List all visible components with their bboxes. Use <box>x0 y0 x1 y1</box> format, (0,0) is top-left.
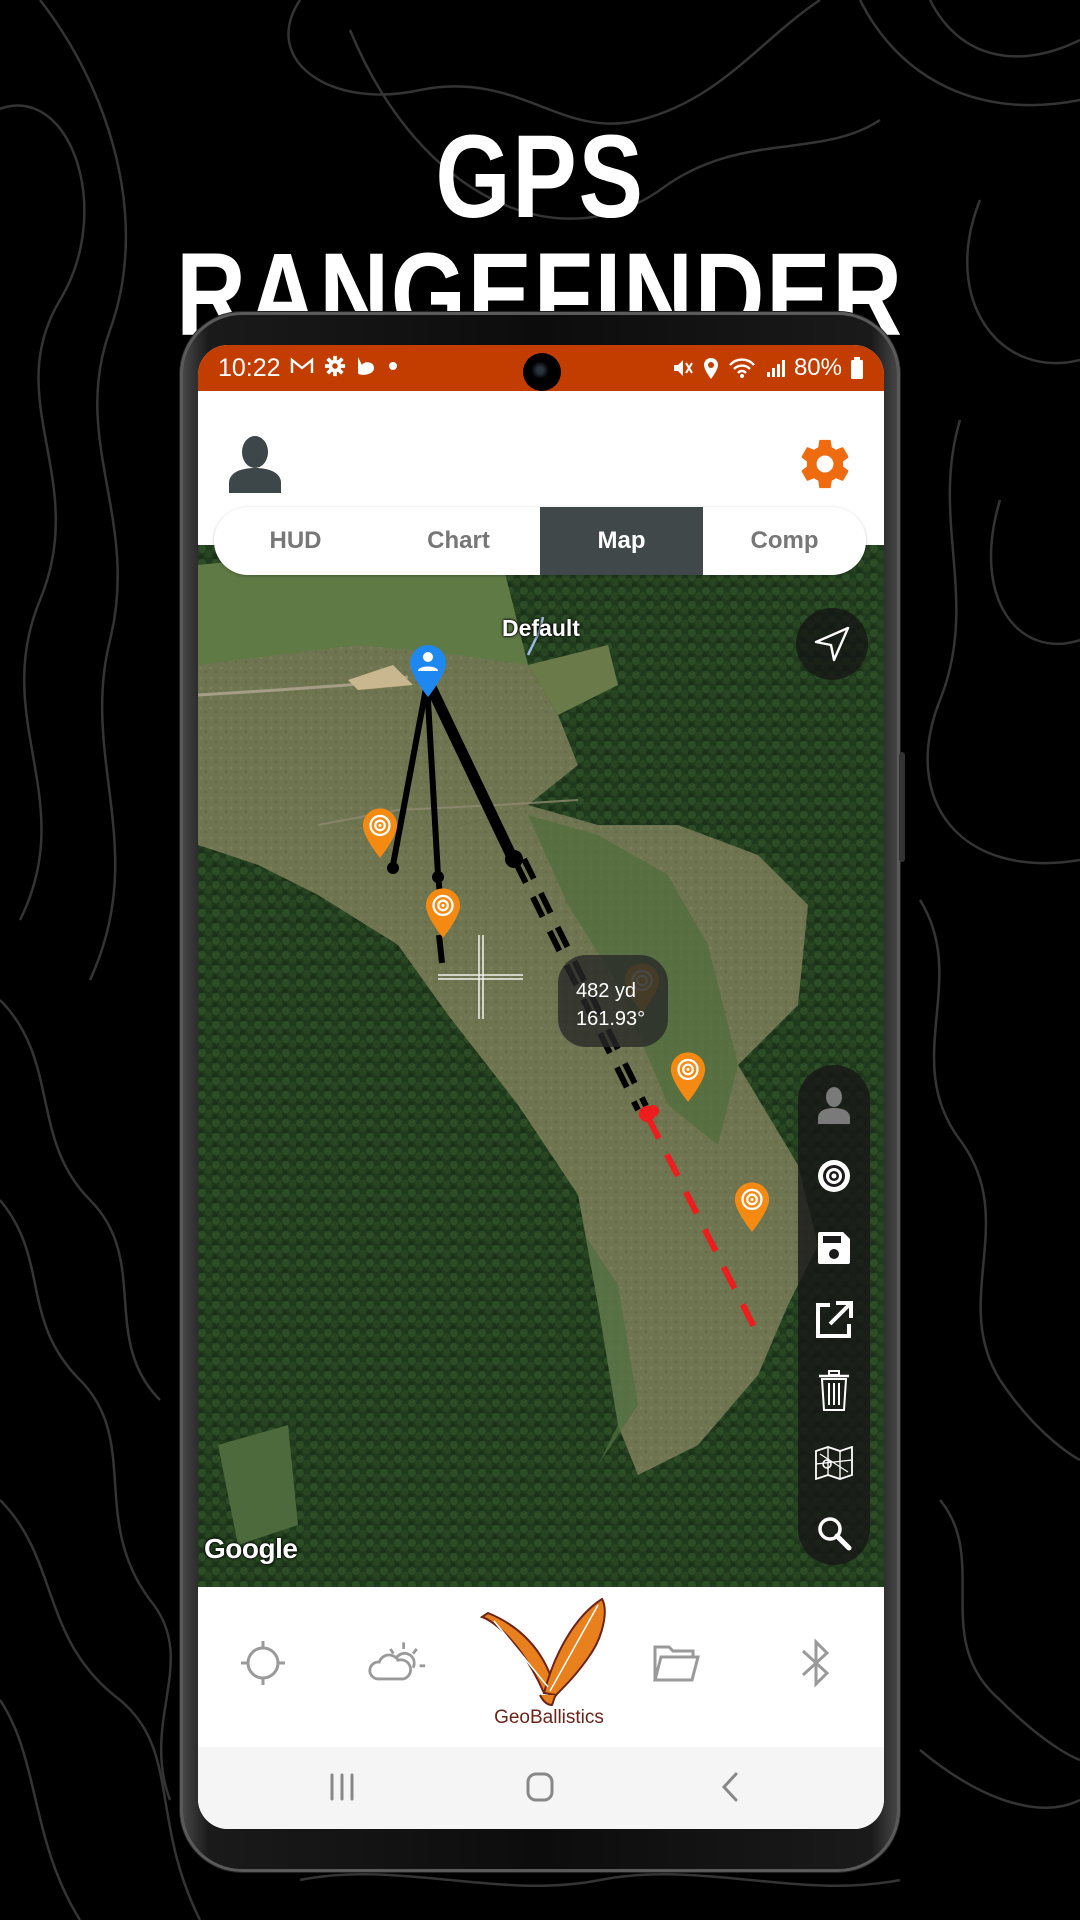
geoballistics-logo-icon <box>479 1597 606 1707</box>
share-tool-button[interactable] <box>814 1300 854 1340</box>
logo-text: GeoBallistics <box>494 1707 604 1728</box>
target-icon <box>818 1160 850 1192</box>
person-icon <box>818 1087 850 1124</box>
map-toolbar <box>798 1065 870 1565</box>
folder-icon <box>653 1645 700 1682</box>
range-bearing: 161.93° <box>576 1008 646 1030</box>
nav-home-logo[interactable]: GeoBallistics <box>474 1595 624 1735</box>
weather-icon <box>368 1642 426 1681</box>
profile-name-label: Default <box>502 615 580 641</box>
tab-comp[interactable]: Comp <box>703 507 866 575</box>
home-button[interactable] <box>520 1769 560 1805</box>
dot-icon <box>389 362 397 370</box>
bixby-icon <box>358 357 374 375</box>
nav-files[interactable] <box>646 1633 706 1693</box>
target-tool-button[interactable] <box>814 1156 854 1196</box>
home-icon <box>526 1772 554 1802</box>
tab-chart[interactable]: Chart <box>377 507 540 575</box>
crosshair-icon <box>241 1641 285 1685</box>
google-attribution: Google <box>204 1533 298 1564</box>
tab-hud[interactable]: HUD <box>214 507 377 575</box>
target-pin[interactable] <box>361 807 399 861</box>
save-tool-button[interactable] <box>814 1228 854 1268</box>
battery-icon <box>851 357 863 379</box>
satellite-imagery <box>198 545 884 1587</box>
range-tooltip: 482 yd 161.93° <box>558 955 668 1047</box>
tab-map[interactable]: Map <box>540 507 703 575</box>
user-icon <box>229 436 281 493</box>
range-distance: 482 yd <box>576 980 637 1002</box>
bluetooth-icon <box>801 1638 830 1688</box>
back-button[interactable] <box>710 1769 750 1805</box>
status-time: 10:22 <box>218 354 281 382</box>
map-icon <box>815 1446 853 1480</box>
settings-button[interactable] <box>796 435 854 493</box>
shooter-tool-button[interactable] <box>814 1085 854 1125</box>
battery-percent: 80% <box>793 354 842 381</box>
save-icon <box>818 1232 850 1264</box>
my-location-button[interactable] <box>796 608 868 680</box>
map-view[interactable]: Default 482 yd 161.93° Google <box>198 545 884 1587</box>
system-navigation-bar <box>198 1747 884 1829</box>
location-icon <box>703 358 718 379</box>
nav-bluetooth[interactable] <box>786 1633 846 1693</box>
target-pin[interactable] <box>424 887 462 941</box>
gear-icon <box>801 439 849 489</box>
trash-icon <box>819 1370 849 1411</box>
phone-side-button <box>899 752 905 862</box>
recents-button[interactable] <box>322 1769 362 1805</box>
map-layers-tool-button[interactable] <box>814 1443 854 1483</box>
nav-weather[interactable] <box>368 1633 428 1693</box>
mute-icon <box>673 360 693 376</box>
delete-tool-button[interactable] <box>814 1370 854 1411</box>
view-tabs: HUD Chart Map Comp <box>214 507 866 575</box>
shooter-pin[interactable] <box>408 645 448 699</box>
front-camera <box>523 353 561 391</box>
signal-icon <box>766 360 785 377</box>
search-tool-button[interactable] <box>814 1513 854 1553</box>
wifi-icon <box>729 358 755 378</box>
nav-rangefinder[interactable] <box>233 1633 293 1693</box>
settings-icon <box>324 355 346 377</box>
navigation-arrow-icon <box>814 626 850 662</box>
profile-button[interactable] <box>228 435 282 493</box>
open-external-icon <box>816 1301 853 1338</box>
back-icon <box>721 1772 738 1802</box>
bottom-navigation: GeoBallistics <box>198 1587 884 1747</box>
target-pin[interactable] <box>733 1181 771 1235</box>
recents-icon <box>330 1773 354 1801</box>
gmail-icon <box>290 357 314 373</box>
search-icon <box>818 1517 852 1551</box>
app-screen: 10:22 80% Default 482 yd 161.93° Google … <box>198 345 884 1829</box>
app-header <box>198 391 884 511</box>
status-bar: 10:22 80% <box>198 345 884 391</box>
target-pin[interactable] <box>669 1051 707 1105</box>
